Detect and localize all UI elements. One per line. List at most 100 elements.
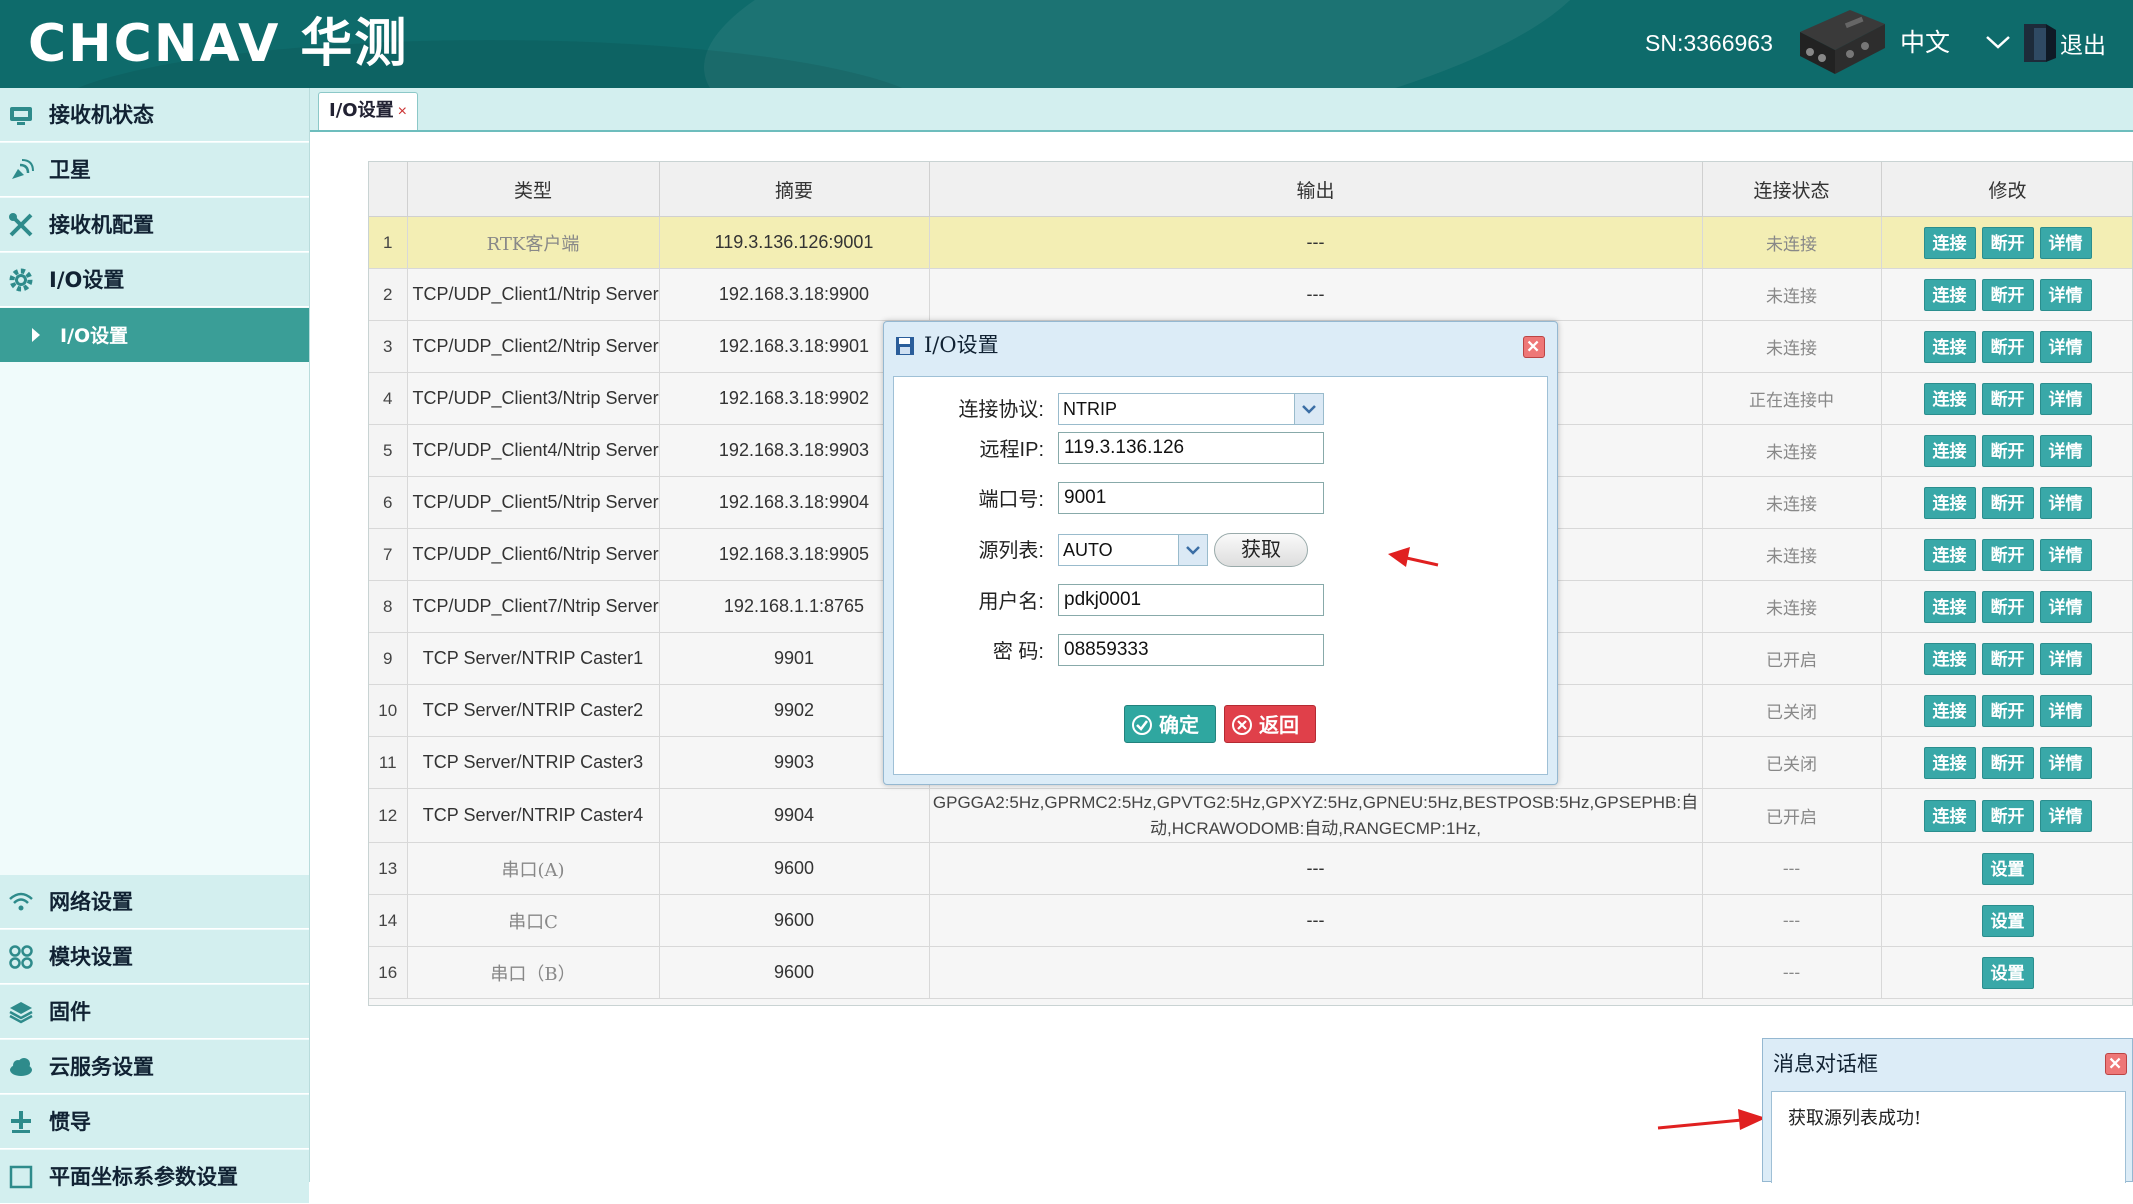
table-row[interactable]: 14 串口C 9600 --- --- 设置 (369, 894, 2132, 947)
disconnect-button[interactable]: 断开 (1981, 330, 2034, 363)
message-close-icon[interactable] (2105, 1053, 2127, 1075)
exit-icon[interactable] (2022, 22, 2058, 64)
table-row[interactable]: 1 RTK客户端 119.3.136.126:9001 --- 未连接 连接 断开 详情 (369, 216, 2132, 269)
disconnect-button[interactable]: 断开 (1981, 382, 2034, 415)
connect-button[interactable]: 连接 (1923, 486, 1976, 519)
type-cell: TCP/UDP_Client2/Ntrip Server (407, 320, 660, 373)
dropdown-arrow-icon[interactable] (1178, 535, 1207, 565)
header-type[interactable]: 类型 (407, 162, 660, 217)
details-button[interactable]: 详情 (2039, 538, 2092, 571)
dialog-close-icon[interactable] (1523, 336, 1545, 358)
exit-button[interactable]: 退出 (2060, 30, 2106, 60)
close-icon[interactable]: × (398, 103, 407, 120)
type-cell: TCP Server/NTRIP Caster2 (407, 684, 660, 737)
sidebar-item-label: 平面坐标系参数设置 (49, 1165, 238, 1189)
disconnect-button[interactable]: 断开 (1981, 746, 2034, 779)
type-cell: TCP/UDP_Client4/Ntrip Server (407, 424, 660, 477)
modules-icon (9, 945, 33, 969)
sidebar-item-ins[interactable]: 惯导 (0, 1095, 309, 1149)
row-number: 13 (369, 842, 408, 895)
language-selector[interactable]: 中文 (1900, 28, 1950, 58)
table-row[interactable]: 2 TCP/UDP_Client1/Ntrip Server 192.168.3.1… (369, 268, 2132, 321)
tab-io-settings[interactable]: I/O设置 × (318, 92, 418, 130)
connect-button[interactable]: 连接 (1923, 694, 1976, 727)
sidebar-item-network[interactable]: 网络设置 (0, 875, 309, 929)
details-button[interactable]: 详情 (2039, 590, 2092, 623)
disconnect-button[interactable]: 断开 (1981, 538, 2034, 571)
sidebar-item-modules[interactable]: 模块设置 (0, 930, 309, 984)
table-row[interactable]: 16 串口（B） 9600 --- 设置 (369, 946, 2132, 999)
connect-button[interactable]: 连接 (1923, 642, 1976, 675)
disconnect-button[interactable]: 断开 (1981, 434, 2034, 467)
details-button[interactable]: 详情 (2039, 278, 2092, 311)
chevron-down-icon[interactable] (1984, 32, 2012, 52)
settings-button[interactable]: 设置 (1981, 956, 2034, 989)
connect-button[interactable]: 连接 (1923, 799, 1976, 832)
settings-button[interactable]: 设置 (1981, 852, 2034, 885)
connect-button[interactable]: 连接 (1923, 434, 1976, 467)
connect-button[interactable]: 连接 (1923, 590, 1976, 623)
back-button[interactable]: 返回 (1224, 705, 1316, 743)
status-cell: --- (1702, 946, 1882, 999)
connect-button[interactable]: 连接 (1923, 226, 1976, 259)
type-cell: TCP Server/NTRIP Caster4 (407, 788, 660, 843)
details-button[interactable]: 详情 (2039, 694, 2092, 727)
disconnect-button[interactable]: 断开 (1981, 642, 2034, 675)
header-modify[interactable]: 修改 (1881, 162, 2132, 217)
header-summary[interactable]: 摘要 (659, 162, 930, 217)
details-button[interactable]: 详情 (2039, 330, 2092, 363)
header-output[interactable]: 输出 (929, 162, 1703, 217)
details-button[interactable]: 详情 (2039, 642, 2092, 675)
confirm-button[interactable]: 确定 (1124, 705, 1216, 743)
disconnect-button[interactable]: 断开 (1981, 590, 2034, 623)
password-input[interactable]: 08859333 (1058, 634, 1324, 666)
source-list-select[interactable]: AUTO (1058, 534, 1208, 566)
connect-button[interactable]: 连接 (1923, 538, 1976, 571)
antenna-icon (11, 1111, 31, 1133)
row-number: 5 (369, 424, 408, 477)
port-input[interactable]: 9001 (1058, 482, 1324, 514)
sidebar-item-plane-coords[interactable]: 平面坐标系参数设置 (0, 1150, 309, 1204)
details-button[interactable]: 详情 (2039, 226, 2092, 259)
username-input[interactable]: pdkj0001 (1058, 584, 1324, 616)
details-button[interactable]: 详情 (2039, 486, 2092, 519)
brand-logo: CHCNAV 华测 (28, 14, 409, 74)
row-number: 10 (369, 684, 408, 737)
sidebar-item-cloud[interactable]: 云服务设置 (0, 1040, 309, 1094)
details-button[interactable]: 详情 (2039, 382, 2092, 415)
sidebar-item-satellite[interactable]: 卫星 (0, 143, 309, 197)
connect-button[interactable]: 连接 (1923, 746, 1976, 779)
sidebar-item-receiver-config[interactable]: 接收机配置 (0, 198, 309, 252)
disconnect-button[interactable]: 断开 (1981, 226, 2034, 259)
status-cell: 未连接 (1702, 216, 1882, 269)
sidebar-subitem-io-settings[interactable]: I/O设置 (0, 308, 309, 362)
header-status[interactable]: 连接状态 (1702, 162, 1882, 217)
details-button[interactable]: 详情 (2039, 434, 2092, 467)
satellite-icon (12, 159, 34, 179)
output-cell: GPGGA2:5Hz,GPRMC2:5Hz,GPVTG2:5Hz,GPXYZ:5… (929, 788, 1703, 843)
settings-button[interactable]: 设置 (1981, 904, 2034, 937)
sidebar-item-receiver-status[interactable]: 接收机状态 (0, 88, 309, 142)
status-cell: --- (1702, 894, 1882, 947)
gear-icon (9, 268, 33, 292)
remote-ip-input[interactable]: 119.3.136.126 (1058, 432, 1324, 464)
connect-button[interactable]: 连接 (1923, 278, 1976, 311)
output-cell (929, 946, 1703, 999)
protocol-select[interactable]: NTRIP (1058, 393, 1324, 425)
fetch-button[interactable]: 获取 (1214, 533, 1308, 567)
disconnect-button[interactable]: 断开 (1981, 694, 2034, 727)
table-row[interactable]: 13 串口(A) 9600 --- --- 设置 (369, 842, 2132, 895)
table-row[interactable]: 12 TCP Server/NTRIP Caster4 9904 GPGGA2:5Hz… (369, 788, 2132, 843)
connect-button[interactable]: 连接 (1923, 330, 1976, 363)
row-number: 9 (369, 632, 408, 685)
dropdown-arrow-icon[interactable] (1294, 394, 1323, 424)
details-button[interactable]: 详情 (2039, 746, 2092, 779)
sidebar-item-io-settings[interactable]: I/O设置 (0, 253, 309, 307)
disconnect-button[interactable]: 断开 (1981, 799, 2034, 832)
disconnect-button[interactable]: 断开 (1981, 486, 2034, 519)
connect-button[interactable]: 连接 (1923, 382, 1976, 415)
disconnect-button[interactable]: 断开 (1981, 278, 2034, 311)
sidebar-item-firmware[interactable]: 固件 (0, 985, 309, 1039)
sidebar-item-label: 接收机状态 (49, 103, 154, 127)
details-button[interactable]: 详情 (2039, 799, 2092, 832)
